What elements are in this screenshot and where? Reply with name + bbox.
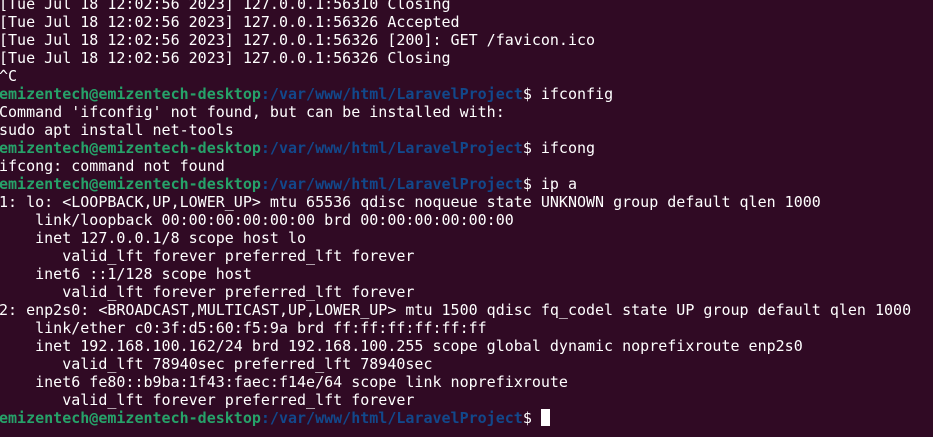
prompt-line: emizentech@emizentech-desktop:/var/www/h…: [0, 139, 933, 157]
terminal-window[interactable]: [Tue Jul 18 12:02:56 2023] 127.0.0.1:563…: [0, 0, 933, 437]
ip-output-line: inet 127.0.0.1/8 scope host lo: [0, 229, 307, 247]
prompt-line: emizentech@emizentech-desktop:/var/www/h…: [0, 175, 933, 193]
ip-output-line: inet6 fe80::b9ba:1f43:faec:f14e/64 scope…: [0, 373, 568, 391]
ip-output-line: inet 192.168.100.162/24 brd 192.168.100.…: [0, 337, 803, 355]
prompt-path: :/var/www/html/LaravelProject: [260, 175, 523, 193]
ip-output-line: valid_lft 78940sec preferred_lft 78940se…: [0, 355, 433, 373]
text-cursor[interactable]: [540, 409, 550, 426]
interrupt-line: ^C: [0, 67, 18, 85]
ip-output-line: valid_lft forever preferred_lft forever: [0, 391, 415, 409]
log-line: [Tue Jul 18 12:02:56 2023] 127.0.0.1:563…: [0, 31, 596, 49]
prompt-symbol: $: [522, 85, 532, 103]
ip-output-line: inet6 ::1/128 scope host: [0, 265, 252, 283]
prompt-symbol: $: [522, 175, 532, 193]
prompt-path: :/var/www/html/LaravelProject: [260, 85, 523, 103]
ip-output-line: link/ether c0:3f:d5:60:f5:9a brd ff:ff:f…: [0, 319, 487, 337]
prompt-symbol: $: [522, 409, 532, 427]
ip-output-line: 2: enp2s0: <BROADCAST,MULTICAST,UP,LOWER…: [0, 301, 912, 319]
active-prompt-line[interactable]: emizentech@emizentech-desktop:/var/www/h…: [0, 409, 933, 427]
error-line: ifcong: command not found: [0, 157, 225, 175]
log-line: [Tue Jul 18 12:02:56 2023] 127.0.0.1:563…: [0, 49, 451, 67]
prompt-user-host: emizentech@emizentech-desktop: [0, 139, 261, 157]
prompt-line: emizentech@emizentech-desktop:/var/www/h…: [0, 85, 933, 103]
terminal-output: [Tue Jul 18 12:02:56 2023] 127.0.0.1:563…: [0, 0, 933, 427]
log-line: [Tue Jul 18 12:02:56 2023] 127.0.0.1:563…: [0, 0, 451, 13]
prompt-symbol: $: [522, 139, 532, 157]
prompt-path: :/var/www/html/LaravelProject: [260, 409, 523, 427]
prompt-user-host: emizentech@emizentech-desktop: [0, 175, 261, 193]
ip-output-line: valid_lft forever preferred_lft forever: [0, 247, 415, 265]
prompt-user-host: emizentech@emizentech-desktop: [0, 409, 261, 427]
error-line: Command 'ifconfig' not found, but can be…: [0, 103, 505, 121]
error-line: sudo apt install net-tools: [0, 121, 234, 139]
prompt-path: :/var/www/html/LaravelProject: [260, 139, 523, 157]
command-text: ifcong: [531, 139, 596, 157]
ip-output-line: 1: lo: <LOOPBACK,UP,LOWER_UP> mtu 65536 …: [0, 193, 821, 211]
ip-output-line: link/loopback 00:00:00:00:00:00 brd 00:0…: [0, 211, 514, 229]
prompt-user-host: emizentech@emizentech-desktop: [0, 85, 261, 103]
log-line: [Tue Jul 18 12:02:56 2023] 127.0.0.1:563…: [0, 13, 460, 31]
ip-output-line: valid_lft forever preferred_lft forever: [0, 283, 415, 301]
command-text: ip a: [531, 175, 577, 193]
command-text: ifconfig: [531, 85, 614, 103]
